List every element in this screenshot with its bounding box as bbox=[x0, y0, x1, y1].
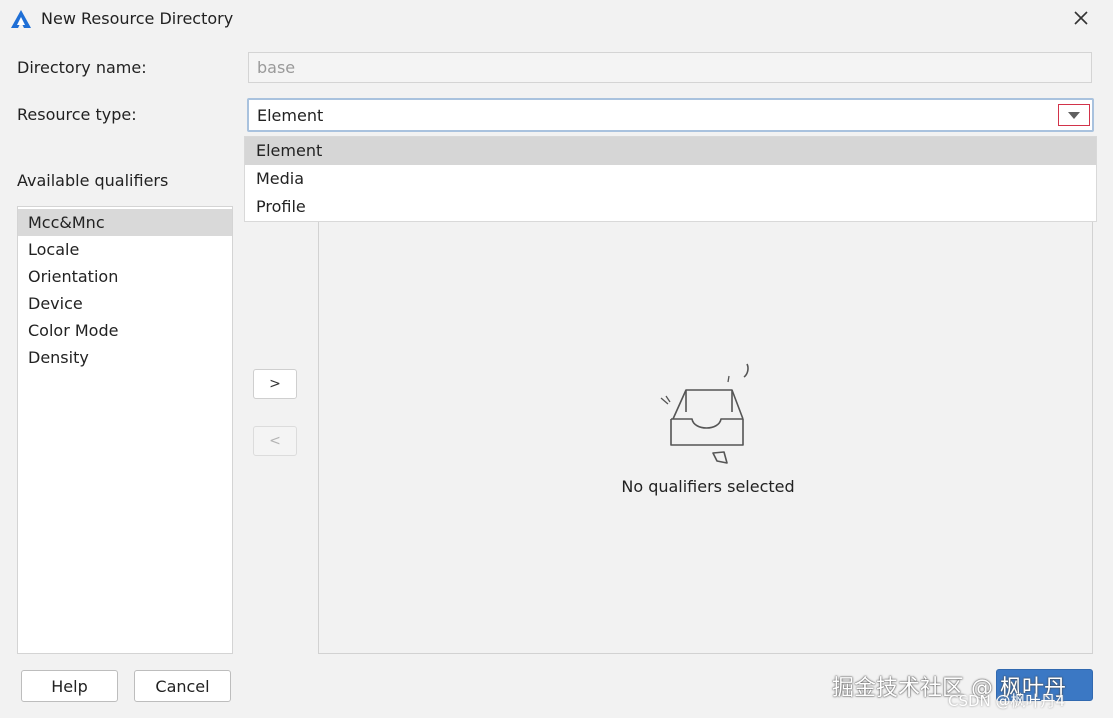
title-bar: New Resource Directory bbox=[0, 0, 1113, 38]
watermark-subtext: CSDN @枫叶丹4 bbox=[948, 692, 1066, 710]
dropdown-option-media[interactable]: Media bbox=[245, 165, 1096, 193]
resource-type-select[interactable]: Element bbox=[247, 98, 1094, 132]
available-qualifiers-label: Available qualifiers bbox=[17, 171, 169, 190]
no-qualifiers-message: No qualifiers selected bbox=[621, 477, 795, 496]
remove-qualifier-button[interactable]: < bbox=[253, 426, 297, 456]
qualifier-item-mcc-mnc[interactable]: Mcc&Mnc bbox=[18, 209, 232, 236]
qualifier-item-density[interactable]: Density bbox=[18, 344, 232, 371]
empty-box-icon bbox=[660, 363, 749, 464]
resource-type-dropdown-list: Element Media Profile bbox=[244, 136, 1097, 222]
cancel-button[interactable]: Cancel bbox=[134, 670, 231, 702]
add-qualifier-button[interactable]: > bbox=[253, 369, 297, 399]
qualifier-item-locale[interactable]: Locale bbox=[18, 236, 232, 263]
directory-name-input[interactable] bbox=[248, 52, 1092, 83]
resource-type-label: Resource type: bbox=[17, 105, 137, 124]
close-button[interactable] bbox=[1066, 4, 1096, 32]
dropdown-arrow-button[interactable] bbox=[1058, 104, 1090, 126]
resource-type-value: Element bbox=[257, 106, 324, 125]
dropdown-option-profile[interactable]: Profile bbox=[245, 193, 1096, 221]
dropdown-option-element[interactable]: Element bbox=[245, 137, 1096, 165]
chevron-down-icon bbox=[1068, 111, 1080, 119]
qualifier-item-color-mode[interactable]: Color Mode bbox=[18, 317, 232, 344]
app-logo-icon bbox=[11, 10, 31, 28]
qualifier-item-device[interactable]: Device bbox=[18, 290, 232, 317]
window-title: New Resource Directory bbox=[41, 9, 234, 28]
help-button[interactable]: Help bbox=[21, 670, 118, 702]
available-qualifiers-list[interactable]: Mcc&Mnc Locale Orientation Device Color … bbox=[17, 206, 233, 654]
directory-name-label: Directory name: bbox=[17, 58, 147, 77]
close-icon bbox=[1074, 11, 1088, 25]
qualifier-item-orientation[interactable]: Orientation bbox=[18, 263, 232, 290]
